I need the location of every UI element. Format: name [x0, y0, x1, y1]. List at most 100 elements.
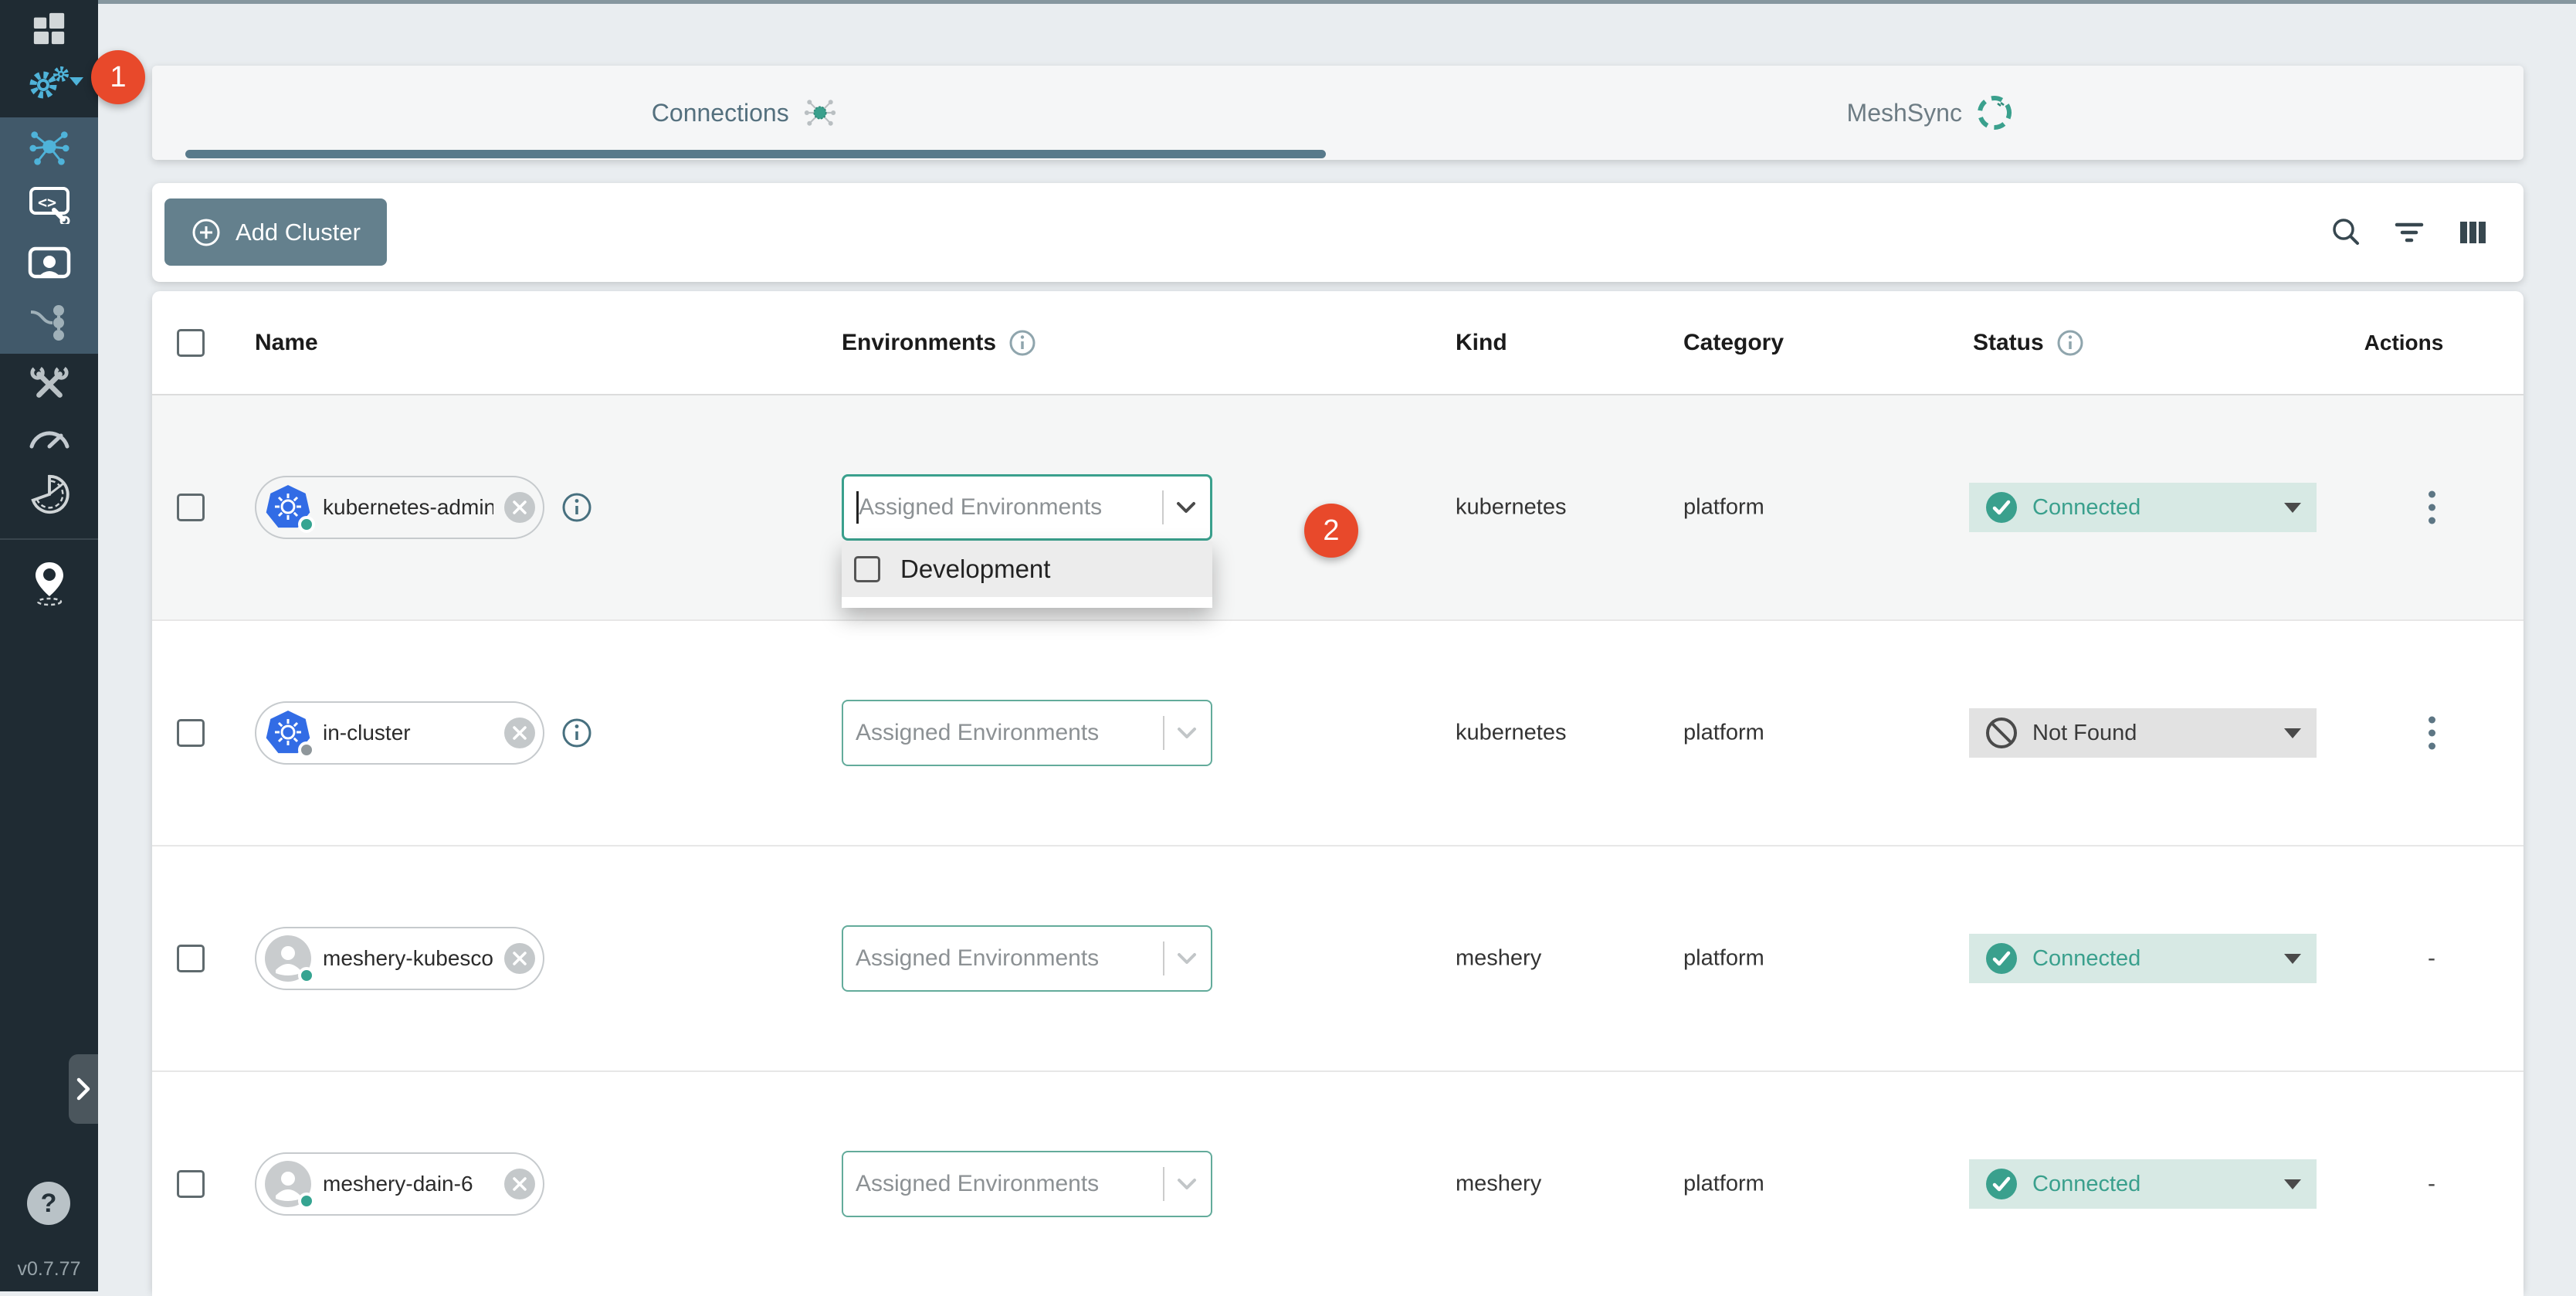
check-circle-icon: [1985, 1167, 2018, 1201]
sidebar-divider: [0, 538, 98, 540]
status-chip[interactable]: Connected: [1969, 483, 2317, 532]
status-label: Connected: [2032, 495, 2140, 521]
row-checkbox[interactable]: [177, 719, 205, 747]
connection-name-chip[interactable]: kubernetes-admin...: [255, 476, 544, 539]
row-checkbox[interactable]: [177, 1170, 205, 1198]
environments-select[interactable]: Assigned Environments: [842, 925, 1212, 992]
status-dot: [298, 516, 315, 533]
status-dot: [298, 967, 315, 984]
row-actions-menu-icon[interactable]: [2424, 487, 2440, 529]
caret-down-icon: [2284, 954, 2301, 964]
search-icon[interactable]: [2329, 215, 2363, 249]
connection-name: in-cluster: [323, 721, 493, 745]
info-icon[interactable]: [2056, 329, 2084, 357]
connection-name-chip[interactable]: meshery-dain-6: [255, 1152, 544, 1216]
user-avatar-icon: [264, 1160, 312, 1208]
filter-icon[interactable]: [2392, 215, 2426, 249]
select-all-checkbox[interactable]: [177, 329, 205, 357]
adapters-code-wrench-icon[interactable]: <>: [0, 182, 98, 226]
remove-connection-icon[interactable]: [504, 492, 535, 523]
question-mark-icon: ?: [41, 1189, 57, 1219]
kind-cell: meshery: [1456, 946, 1541, 972]
environment-option-development[interactable]: Development: [842, 541, 1212, 597]
plus-circle-icon: [191, 217, 222, 248]
environments-select[interactable]: Assigned Environments: [842, 474, 1212, 541]
table-row: meshery-kubescop... Assigned Environment…: [152, 846, 2523, 1072]
column-header-name[interactable]: Name: [255, 291, 318, 394]
chevron-down-icon[interactable]: [1177, 952, 1197, 965]
info-icon[interactable]: [1008, 329, 1036, 357]
select-divider: [1162, 490, 1164, 524]
extensions-mesh-pie-icon[interactable]: [0, 471, 98, 517]
status-chip[interactable]: Connected: [1969, 934, 2317, 983]
environments-select[interactable]: Assigned Environments: [842, 700, 1212, 766]
tab-meshsync[interactable]: MeshSync: [1338, 66, 2524, 160]
kind-cell: meshery: [1456, 1172, 1541, 1197]
row-actions-menu-icon[interactable]: [2424, 712, 2440, 755]
location-pin-icon[interactable]: [0, 558, 98, 609]
sidebar-active-group: <>: [0, 117, 98, 354]
tab-connections-label: Connections: [652, 99, 789, 127]
help-button[interactable]: ?: [27, 1182, 70, 1225]
main-content: Connections MeshSync: [98, 0, 2576, 1291]
tab-meshsync-label: MeshSync: [1847, 99, 1962, 127]
connection-name-chip[interactable]: meshery-kubescop...: [255, 927, 544, 990]
connection-name-chip[interactable]: in-cluster: [255, 701, 544, 765]
environment-option-label: Development: [900, 555, 1050, 584]
row-checkbox[interactable]: [177, 494, 205, 521]
column-header-environments[interactable]: Environments: [842, 291, 1036, 394]
user-avatar-icon: [264, 935, 312, 982]
environments-placeholder: Assigned Environments: [859, 494, 1162, 521]
performance-gauge-icon[interactable]: [0, 416, 98, 456]
tab-connections[interactable]: Connections: [152, 66, 1338, 160]
chevron-down-icon[interactable]: [1177, 727, 1197, 739]
sidebar-expand-button[interactable]: [69, 1054, 98, 1124]
connection-name: meshery-kubescop...: [323, 946, 493, 971]
kind-cell: kubernetes: [1456, 721, 1567, 746]
column-header-kind[interactable]: Kind: [1456, 291, 1507, 394]
status-chip[interactable]: Connected: [1969, 1159, 2317, 1209]
column-header-category[interactable]: Category: [1683, 291, 1784, 394]
connection-info-icon[interactable]: [561, 492, 592, 523]
table-tools: [2329, 183, 2490, 282]
chevron-down-icon[interactable]: [1176, 501, 1196, 514]
connection-info-icon[interactable]: [561, 718, 592, 748]
connection-name: kubernetes-admin...: [323, 495, 493, 520]
sidebar: <>: [0, 0, 98, 1291]
status-label: Not Found: [2032, 721, 2137, 746]
configuration-wrenches-icon[interactable]: [0, 363, 98, 406]
connections-icon[interactable]: [0, 125, 98, 168]
toolbar: Add Cluster: [152, 183, 2523, 282]
environments-dropdown: Development: [842, 541, 1212, 608]
chevron-down-icon[interactable]: [1177, 1178, 1197, 1190]
pipeline-icon[interactable]: [0, 300, 98, 343]
remote-screen-user-icon[interactable]: [0, 241, 98, 284]
status-chip[interactable]: Not Found: [1969, 708, 2317, 758]
remove-connection-icon[interactable]: [504, 718, 535, 748]
check-circle-icon: [1985, 941, 2018, 975]
add-cluster-button[interactable]: Add Cluster: [164, 198, 387, 266]
environment-option-checkbox[interactable]: [854, 556, 880, 582]
select-divider: [1163, 941, 1164, 975]
remove-connection-icon[interactable]: [504, 1169, 535, 1199]
no-actions-dash: -: [2428, 945, 2435, 972]
table-row: in-cluster Assigned Environments kuberne…: [152, 621, 2523, 846]
remove-connection-icon[interactable]: [504, 943, 535, 974]
step-badge-2: 2: [1304, 504, 1358, 558]
add-cluster-label: Add Cluster: [236, 219, 361, 246]
kubernetes-icon: [264, 483, 312, 531]
dashboard-icon[interactable]: [0, 11, 98, 46]
kubernetes-icon: [264, 709, 312, 757]
environments-select[interactable]: Assigned Environments: [842, 1151, 1212, 1217]
environments-placeholder: Assigned Environments: [856, 945, 1163, 972]
environments-placeholder: Assigned Environments: [856, 720, 1163, 746]
category-cell: platform: [1683, 1172, 1764, 1197]
row-checkbox[interactable]: [177, 945, 205, 972]
view-columns-icon[interactable]: [2456, 215, 2490, 249]
step-badge-1: 1: [91, 50, 145, 104]
chevron-right-icon: [76, 1077, 91, 1101]
lifecycle-expand-caret-icon[interactable]: [69, 77, 83, 86]
connections-mesh-icon: [802, 94, 839, 131]
page-top-border: [0, 0, 2576, 4]
column-header-status[interactable]: Status: [1973, 291, 2084, 394]
